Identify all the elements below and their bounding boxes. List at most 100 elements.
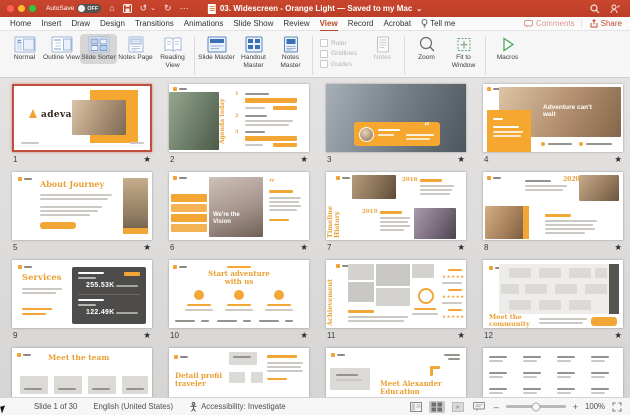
ruler-checkbox[interactable]: Ruler: [320, 39, 362, 47]
close-window-button[interactable]: [7, 5, 14, 12]
fit-slide-icon[interactable]: [612, 402, 622, 412]
minimize-window-button[interactable]: [18, 5, 25, 12]
member-box: [509, 300, 531, 310]
reading-view-button[interactable]: Reading View: [154, 34, 191, 71]
comments-button[interactable]: Comments: [524, 19, 575, 28]
document-title: 03. Widescreen - Orange Light — Saved to…: [220, 4, 412, 13]
slide-thumbnail-12[interactable]: Meet the community: [483, 260, 623, 328]
notes-page-button[interactable]: Notes Page: [117, 34, 154, 64]
share-profile-icon[interactable]: [610, 4, 620, 14]
share-button[interactable]: Share: [581, 19, 622, 28]
more-commands-icon[interactable]: ⋯: [180, 4, 189, 13]
outline-view-button[interactable]: Outline View: [43, 34, 80, 64]
search-icon[interactable]: [590, 4, 600, 14]
undo-icon[interactable]: ↺: [140, 4, 148, 13]
animation-star-icon[interactable]: ★: [457, 154, 465, 165]
ph-line: [539, 322, 583, 324]
animation-star-icon[interactable]: ★: [614, 330, 622, 341]
zoom-percentage[interactable]: 100%: [585, 402, 605, 411]
slide-thumbnail-2[interactable]: Agenda today 1 2 3: [169, 84, 309, 152]
notes-button[interactable]: Notes: [364, 34, 401, 64]
slide-show-view-switch[interactable]: [450, 401, 466, 413]
rating-stars: ★★★★★: [442, 314, 465, 320]
slide-thumbnail-13[interactable]: Meet the team: [12, 348, 152, 398]
autosave-toggle[interactable]: AutoSave OFF: [46, 4, 101, 13]
tab-insert[interactable]: Insert: [41, 18, 61, 30]
slide-thumbnail-1[interactable]: adeva: [12, 84, 152, 152]
ribbon-separator: [312, 36, 313, 75]
slide-sorter-view-switch[interactable]: [429, 401, 445, 413]
slide-thumbnail-6[interactable]: We're the Vision “: [169, 172, 309, 240]
tab-slide-show[interactable]: Slide Show: [233, 18, 273, 30]
tab-review[interactable]: Review: [283, 18, 309, 30]
normal-view-switch[interactable]: [408, 401, 424, 413]
language-button[interactable]: English (United States): [93, 402, 173, 411]
gridlines-checkbox[interactable]: Gridlines: [320, 50, 362, 58]
fit-to-window-button[interactable]: Fit to Window: [445, 34, 482, 71]
zoom-in-button[interactable]: +: [573, 402, 578, 412]
handout-master-button[interactable]: Handout Master: [235, 34, 272, 71]
save-icon[interactable]: [123, 4, 132, 13]
slide-sorter-button[interactable]: Slide Sorter: [80, 34, 117, 64]
mosaic-box: [376, 288, 410, 306]
animation-star-icon[interactable]: ★: [300, 242, 308, 253]
tab-design[interactable]: Design: [100, 18, 125, 30]
slide-thumbnail-10[interactable]: Start adventure with us: [169, 260, 309, 328]
ph-line: [591, 356, 609, 358]
tab-draw[interactable]: Draw: [71, 18, 90, 30]
slide-thumbnail-15[interactable]: Meet Alexander Education: [326, 348, 466, 398]
slide-thumbnail-16[interactable]: [483, 348, 623, 398]
undo-chevron-icon[interactable]: ⌄: [150, 5, 156, 12]
notes-master-button[interactable]: Notes Master: [272, 34, 309, 71]
normal-view-button[interactable]: Normal: [6, 34, 43, 64]
slide-thumbnail-11[interactable]: Achievement ★★★★★ ★★★★★ ★★★★★: [326, 260, 466, 328]
tab-acrobat[interactable]: Acrobat: [384, 18, 412, 30]
autosave-switch[interactable]: OFF: [77, 4, 101, 13]
zoom-window-button[interactable]: [29, 5, 36, 12]
bullet-dot: [541, 142, 545, 146]
animation-star-icon[interactable]: ★: [300, 330, 308, 341]
redo-icon[interactable]: ↻: [164, 4, 172, 13]
slide-thumbnail-9[interactable]: Services 255.53K 122.49K: [12, 260, 152, 328]
slide-thumbnail-3[interactable]: ”: [326, 84, 466, 152]
tab-home[interactable]: Home: [10, 18, 31, 30]
animation-star-icon[interactable]: ★: [143, 330, 151, 341]
slide-thumbnail-8[interactable]: 2020: [483, 172, 623, 240]
tab-view[interactable]: View: [320, 18, 338, 30]
panel-divider: [78, 294, 140, 295]
animation-star-icon[interactable]: ★: [143, 154, 151, 165]
tab-transitions[interactable]: Transitions: [135, 18, 174, 30]
home-icon[interactable]: ⌂: [109, 4, 114, 13]
animation-star-icon[interactable]: ★: [457, 330, 465, 341]
slide-sorter-canvas[interactable]: adeva 1★ Agenda today 1 2 3: [0, 78, 630, 398]
animation-star-icon[interactable]: ★: [143, 242, 151, 253]
animation-star-icon[interactable]: ★: [614, 154, 622, 165]
zoom-button[interactable]: Zoom: [408, 34, 445, 64]
animation-star-icon[interactable]: ★: [614, 242, 622, 253]
tab-animations[interactable]: Animations: [184, 18, 224, 30]
ph-line: [489, 372, 507, 374]
zoom-slider[interactable]: [506, 405, 566, 408]
slide-thumbnail-14[interactable]: Detail profil traveler: [169, 348, 309, 398]
accessibility-status[interactable]: Accessibility: Investigate: [189, 402, 286, 412]
document-title-area[interactable]: 03. Widescreen - Orange Light — Saved to…: [208, 4, 422, 14]
presenter-notes-switch[interactable]: [471, 401, 487, 413]
zoom-slider-thumb[interactable]: [531, 402, 540, 411]
tell-me-button[interactable]: Tell me: [421, 19, 455, 28]
zoom-out-button[interactable]: –: [494, 402, 499, 412]
accent-label: [448, 289, 462, 291]
slide-thumbnail-4[interactable]: Adventure can't wait: [483, 84, 623, 152]
slide-thumbnail-7[interactable]: Timeline History 2018 2019: [326, 172, 466, 240]
macros-button[interactable]: Macros: [489, 34, 526, 64]
slide-thumbnail-5[interactable]: About Journey: [12, 172, 152, 240]
animation-star-icon[interactable]: ★: [457, 242, 465, 253]
slide-number: 11: [327, 331, 335, 340]
adeva-mini-logo: [173, 87, 187, 91]
adeva-mini-logo: [331, 353, 345, 357]
slide-master-button[interactable]: Slide Master: [198, 34, 235, 64]
guides-checkbox[interactable]: Guides: [320, 60, 362, 68]
animation-star-icon[interactable]: ★: [300, 154, 308, 165]
tab-record[interactable]: Record: [348, 18, 374, 30]
ph-line: [493, 131, 523, 133]
slide-title: We're the Vision: [213, 212, 259, 226]
